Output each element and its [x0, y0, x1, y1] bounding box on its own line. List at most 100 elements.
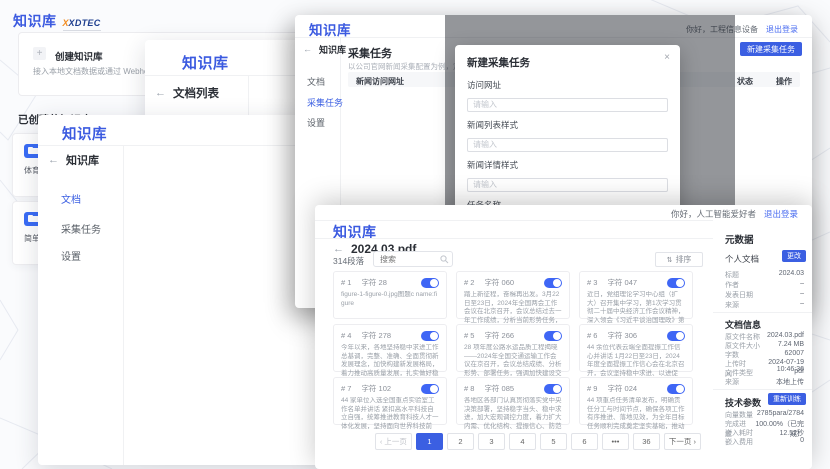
field-label-url: 访问网址	[467, 79, 668, 91]
chunk-toggle[interactable]	[421, 384, 439, 394]
chunk-card: # 1字符 28figure-1-figure-0.jpg图题c name:fi…	[333, 271, 447, 319]
change-button[interactable]: 更改	[782, 250, 806, 262]
meta-key: 嵌入费用	[725, 437, 753, 447]
chunk-index: # 5	[464, 331, 474, 340]
create-kb-title: 创建知识库	[55, 49, 103, 63]
logout-link[interactable]: 退出登录	[764, 208, 798, 220]
chunk-chars: 字符 085	[484, 383, 514, 394]
sidebar-item-collect-tasks[interactable]: 采集任务	[307, 96, 343, 109]
sidebar-item-collect-tasks[interactable]: 采集任务	[61, 221, 101, 236]
chunk-text: 踏上新征程，奋楫再出发。3月22日至23日，2024年全国两会工作会议在北京召开…	[464, 291, 562, 323]
create-task-button[interactable]: 新建采集任务	[740, 42, 802, 56]
chunk-chars: 字符 278	[361, 330, 391, 341]
back-icon[interactable]: ←	[48, 155, 59, 166]
back-title: 文档列表	[173, 85, 219, 101]
pagination-page-5[interactable]: 5	[540, 433, 567, 450]
chunk-toggle[interactable]	[421, 278, 439, 288]
chunk-text: 近日，党组理论学习中心组（扩大）召开集中学习，第1次学习贯彻二十届中央经济工作会…	[587, 291, 685, 323]
doc-type-label: 个人文档	[725, 253, 759, 265]
back-title: 知识库	[66, 152, 99, 168]
chunk-text: 今年以来，各地坚持稳中求进工作总基调，完整、准确、全面贯彻新发展理念，加快构建新…	[341, 344, 439, 376]
window-logo: 知识库	[333, 222, 377, 242]
chunk-index: # 8	[464, 384, 474, 393]
retrain-button[interactable]: 重新训练	[768, 393, 806, 405]
sidebar-item-settings[interactable]: 设置	[61, 248, 81, 263]
pagination-page-1[interactable]: 1	[416, 433, 443, 450]
chunk-toggle[interactable]	[667, 384, 685, 394]
window-logo: 知识库	[182, 52, 229, 73]
modal-title: 新建采集任务	[467, 55, 668, 70]
sort-control[interactable]: ⇅ 排序	[655, 252, 703, 267]
meta-value: –	[800, 300, 804, 310]
chunk-card: # 5字符 26628 项年度公路水运品质工程揭晓——2024年全国交通运输工作…	[456, 324, 570, 372]
chunk-toggle[interactable]	[667, 331, 685, 341]
chunk-toggle[interactable]	[544, 278, 562, 288]
back-title: 知识库	[319, 43, 346, 56]
chunk-card: # 3字符 047近日，党组理论学习中心组（扩大）召开集中学习，第1次学习贯彻二…	[579, 271, 693, 319]
pagination-ellipsis[interactable]: •••	[602, 433, 629, 450]
chunk-card: # 2字符 060踏上新征程，奋楫再出发。3月22日至23日，2024年全国两会…	[456, 271, 570, 319]
chunk-text: 28 项年度公路水运品质工程揭晓——2024年全国交通运输工作会议在京召开，会议…	[464, 344, 562, 376]
chunk-card: # 7字符 10244 家单位入选全国重点实验室工作名单并讲话 紧扣高水平科技自…	[333, 377, 447, 425]
pagination-prev[interactable]: ‹ 上一页	[375, 433, 412, 450]
pagination-page-2[interactable]: 2	[447, 433, 474, 450]
chunk-toggle[interactable]	[421, 331, 439, 341]
chunk-toggle[interactable]	[667, 278, 685, 288]
pagination-next[interactable]: 下一页 ›	[664, 433, 701, 450]
sort-label: 排序	[675, 254, 691, 265]
back-icon[interactable]: ←	[303, 45, 312, 54]
pagination-page-36[interactable]: 36	[633, 433, 660, 450]
metadata-heading: 元数据	[725, 232, 754, 246]
chunk-toggle[interactable]	[544, 384, 562, 394]
page-title: 采集任务	[348, 45, 392, 61]
chunk-text: 44 家单位入选全国重点实验室工作名单并讲话 紧扣高水平科技自立自强，统筹推进教…	[341, 397, 439, 429]
metadata-panel: 元数据 个人文档 更改 标题2024.03 作者– 发表日期– 来源– 文档信息…	[713, 220, 812, 469]
pagination-page-3[interactable]: 3	[478, 433, 505, 450]
close-icon[interactable]: ×	[664, 52, 670, 63]
logout-link[interactable]: 退出登录	[766, 24, 798, 35]
chunk-card: # 9字符 02444 项重点任务清单发布，明确责任分工与时间节点，确保各项工作…	[579, 377, 693, 425]
chunk-chars: 字符 102	[361, 383, 391, 394]
chunk-chars: 字符 266	[484, 330, 514, 341]
window-document-detail: 你好，人工智能爱好者 退出登录 知识库 ← 2024.03.pdf 314段落 …	[315, 205, 812, 469]
meta-key: 标题	[725, 270, 739, 280]
window-logo: 知识库	[62, 123, 107, 144]
chunk-card: # 4字符 278今年以来，各地坚持稳中求进工作总基调，完整、准确、全面贯彻新发…	[333, 324, 447, 372]
sidebar-item-settings[interactable]: 设置	[307, 116, 325, 129]
column-url: 新闻访问网址	[356, 76, 404, 87]
user-greeting: 你好，人工智能爱好者	[671, 208, 756, 220]
tech-heading: 技术参数	[725, 396, 761, 409]
field-input-detail-style[interactable]	[467, 178, 668, 192]
chunk-text: 44 余位代表云端全面提振工作信心并讲话 1月22日至23日，2024年度全面提…	[587, 344, 685, 376]
chunk-chars: 字符 060	[484, 277, 514, 288]
meta-key: 来源	[725, 300, 739, 310]
chunk-card: # 8字符 085各地区各部门认真贯彻落实党中央决策部署，坚持稳字当头、稳中求进…	[456, 377, 570, 425]
window-logo: 知识库	[309, 19, 351, 39]
column-status: 状态	[737, 76, 753, 87]
meta-value: –	[800, 280, 804, 290]
sidebar-item-documents[interactable]: 文档	[307, 75, 325, 88]
sort-icon: ⇅	[667, 256, 673, 264]
pagination-page-4[interactable]: 4	[509, 433, 536, 450]
paragraph-count: 314段落	[333, 255, 364, 267]
plus-icon: +	[33, 47, 46, 60]
field-input-list-style[interactable]	[467, 138, 668, 152]
app-logo: 知识库	[13, 11, 57, 31]
field-input-url[interactable]	[467, 98, 668, 112]
search-icon	[440, 255, 449, 264]
sidebar-item-documents[interactable]: 文档	[61, 191, 81, 206]
chunk-toggle[interactable]	[544, 331, 562, 341]
chunk-index: # 9	[587, 384, 597, 393]
chunk-index: # 1	[341, 278, 351, 287]
chunk-text: figure-1-figure-0.jpg图题c name:figure	[341, 291, 439, 323]
back-icon[interactable]: ←	[333, 244, 344, 255]
chunk-text: 各地区各部门认真贯彻落实党中央决策部署，坚持稳字当头、稳中求进，加大宏观调控力度…	[464, 397, 562, 429]
pagination-page-6[interactable]: 6	[571, 433, 598, 450]
column-actions: 操作	[776, 76, 792, 87]
chunk-index: # 4	[341, 331, 351, 340]
search-input[interactable]	[378, 252, 440, 266]
company-logo-text: XDTEC	[69, 18, 101, 28]
chunk-index: # 7	[341, 384, 351, 393]
pagination: ‹ 上一页 1 2 3 4 5 6 ••• 36 下一页 ›	[333, 433, 701, 450]
back-icon[interactable]: ←	[155, 88, 166, 99]
